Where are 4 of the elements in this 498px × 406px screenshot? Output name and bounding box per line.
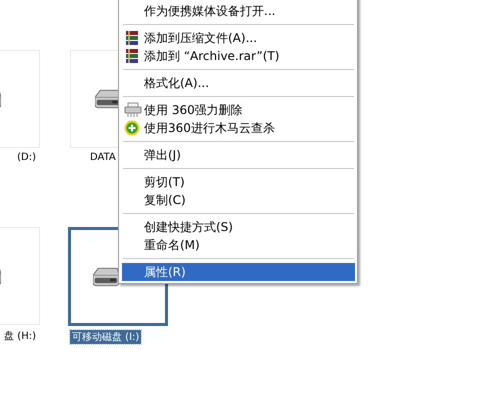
drive-label: 可移动磁盘 (I:) [70, 330, 142, 344]
drive-label: DATA [89, 152, 117, 163]
drive-label: (D:) [16, 152, 37, 163]
drive-label: 盘 (H:) [3, 330, 37, 343]
